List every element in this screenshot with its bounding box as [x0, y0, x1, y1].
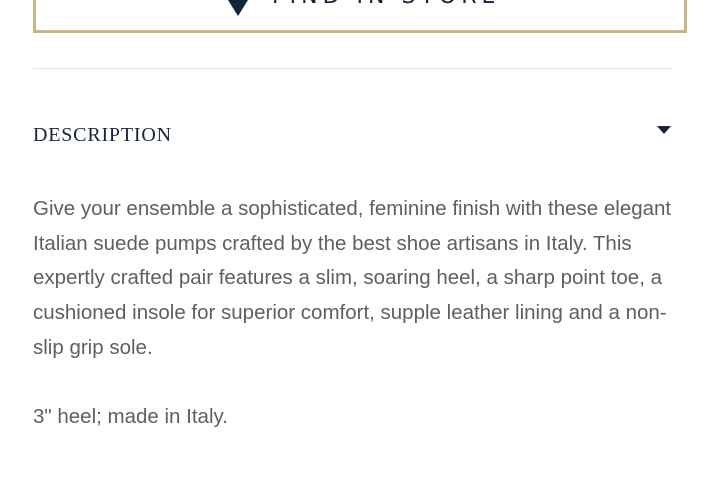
- description-details: 3" heel; made in Italy.: [33, 405, 228, 428]
- description-body: Give your ensemble a sophisticated, femi…: [33, 197, 672, 359]
- description-heading: DESCRIPTION: [33, 124, 172, 146]
- find-in-store-button[interactable]: FIND IN STORE: [33, 0, 687, 33]
- find-in-store-label: FIND IN STORE: [272, 0, 500, 8]
- caret-down-icon: [657, 126, 671, 134]
- description-accordion-toggle[interactable]: DESCRIPTION: [33, 118, 673, 154]
- map-pin-icon: [228, 0, 248, 16]
- section-divider: [33, 68, 673, 69]
